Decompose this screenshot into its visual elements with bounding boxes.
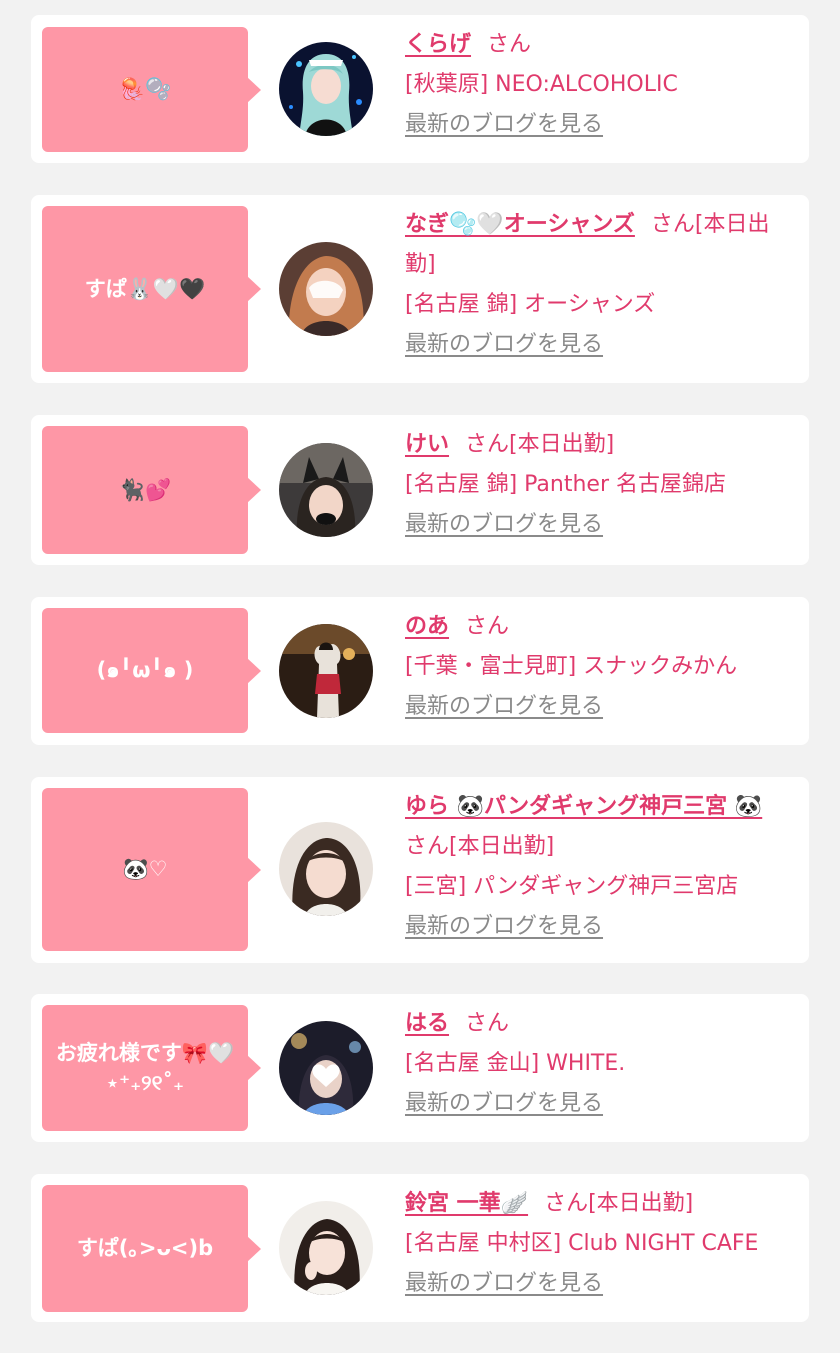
comment-bubble: 🪼🫧 bbox=[42, 27, 261, 152]
entry-info: なぎ🫧🤍オーシャンズ さん[本日出勤] [名古屋 錦] オーシャンズ 最新のブログ… bbox=[405, 205, 797, 365]
avatar[interactable] bbox=[279, 822, 373, 916]
honorific: さん bbox=[465, 1011, 510, 1036]
list-item: すぱ(｡>ᴗ<)b 鈴宮 一華🪽 さん[本日出勤] [名古屋 中村区] Club … bbox=[31, 1174, 809, 1322]
cast-name-link[interactable]: 鈴宮 一華🪽 bbox=[405, 1191, 528, 1216]
blog-link[interactable]: 最新のブログを見る bbox=[405, 112, 603, 137]
honorific: さん bbox=[487, 32, 532, 57]
honorific: さん bbox=[465, 432, 510, 457]
comment-bubble: すぱ🐰🤍🖤 bbox=[42, 206, 261, 372]
cast-name-link[interactable]: はる bbox=[405, 1011, 449, 1036]
shop-label: [秋葉原] NEO:ALCOHOLIC bbox=[405, 72, 678, 97]
honorific: さん bbox=[650, 212, 695, 237]
name-row: 鈴宮 一華🪽 さん[本日出勤] bbox=[405, 1184, 797, 1224]
blog-link[interactable]: 最新のブログを見る bbox=[405, 914, 603, 939]
honorific: さん bbox=[405, 834, 450, 859]
entry-info: くらげ さん [秋葉原] NEO:ALCOHOLIC 最新のブログを見る bbox=[405, 25, 797, 145]
cast-name-link[interactable]: なぎ🫧🤍オーシャンズ bbox=[405, 212, 635, 237]
list-item: お疲れ様です🎀🤍⋆⁺₊୨୧˚₊ はる さん [名古屋 金山] WHITE. 最新の… bbox=[31, 994, 809, 1142]
blog-link[interactable]: 最新のブログを見る bbox=[405, 512, 603, 537]
comment-bubble: お疲れ様です🎀🤍⋆⁺₊୨୧˚₊ bbox=[42, 1005, 261, 1131]
entry-info: のあ さん [千葉・富士見町] スナックみかん 最新のブログを見る bbox=[405, 607, 797, 727]
entry-info: ゆら 🐼パンダギャング神戸三宮 🐼 さん[本日出勤] [三宮] パンダギャング神戸… bbox=[405, 787, 797, 947]
avatar[interactable] bbox=[279, 242, 373, 336]
list-item: すぱ🐰🤍🖤 なぎ🫧🤍オーシャンズ さん[本日出勤] [名古屋 錦] オーシャンズ … bbox=[31, 195, 809, 383]
comment-bubble: すぱ(｡>ᴗ<)b bbox=[42, 1185, 261, 1312]
avatar[interactable] bbox=[279, 1201, 373, 1295]
avatar[interactable] bbox=[279, 42, 373, 136]
shop-label: [名古屋 錦] Panther 名古屋錦店 bbox=[405, 472, 726, 497]
honorific: さん bbox=[544, 1191, 589, 1216]
name-row: けい さん[本日出勤] bbox=[405, 425, 797, 465]
name-row: ゆら 🐼パンダギャング神戸三宮 🐼 さん[本日出勤] bbox=[405, 787, 797, 867]
entry-info: けい さん[本日出勤] [名古屋 錦] Panther 名古屋錦店 最新のブログを… bbox=[405, 425, 797, 545]
shop-label: [名古屋 錦] オーシャンズ bbox=[405, 292, 656, 317]
comment-bubble: 🐼♡ bbox=[42, 788, 261, 951]
name-row: くらげ さん bbox=[405, 25, 797, 65]
cast-list: 🪼🫧 くらげ さん [秋葉原] NEO:ALCOHOLIC 最新のブログを見る す… bbox=[0, 0, 840, 1353]
entry-info: はる さん [名古屋 金山] WHITE. 最新のブログを見る bbox=[405, 1004, 797, 1124]
list-item: 🐈‍⬛💕 けい さん[本日出勤] [名古屋 錦] Panther 名古屋錦店 最新… bbox=[31, 415, 809, 565]
avatar[interactable] bbox=[279, 443, 373, 537]
cast-name-link[interactable]: ゆら 🐼パンダギャング神戸三宮 🐼 bbox=[405, 794, 762, 819]
honorific: さん bbox=[465, 614, 510, 639]
blog-link[interactable]: 最新のブログを見る bbox=[405, 332, 603, 357]
shop-label: [千葉・富士見町] スナックみかん bbox=[405, 654, 738, 679]
name-row: はる さん bbox=[405, 1004, 797, 1044]
blog-link[interactable]: 最新のブログを見る bbox=[405, 1271, 603, 1296]
cast-name-link[interactable]: けい bbox=[405, 432, 449, 457]
list-item: 🐼♡ ゆら 🐼パンダギャング神戸三宮 🐼 さん[本日出勤] [三宮] パンダギャン… bbox=[31, 777, 809, 963]
blog-link[interactable]: 最新のブログを見る bbox=[405, 1091, 603, 1116]
avatar[interactable] bbox=[279, 1021, 373, 1115]
shop-label: [三宮] パンダギャング神戸三宮店 bbox=[405, 874, 739, 899]
name-row: なぎ🫧🤍オーシャンズ さん[本日出勤] bbox=[405, 205, 797, 285]
cast-name-link[interactable]: のあ bbox=[405, 614, 449, 639]
comment-bubble: 🐈‍⬛💕 bbox=[42, 426, 261, 554]
cast-name-link[interactable]: くらげ bbox=[405, 32, 471, 57]
shop-label: [名古屋 金山] WHITE. bbox=[405, 1051, 626, 1076]
shop-label: [名古屋 中村区] Club NIGHT CAFE bbox=[405, 1231, 759, 1256]
name-row: のあ さん bbox=[405, 607, 797, 647]
avatar[interactable] bbox=[279, 624, 373, 718]
comment-bubble: (๑╹ω╹๑ ) bbox=[42, 608, 261, 733]
list-item: (๑╹ω╹๑ ) のあ さん [千葉・富士見町] スナックみかん 最新のブログを見… bbox=[31, 597, 809, 745]
status-label: [本日出勤] bbox=[509, 432, 615, 457]
status-label: [本日出勤] bbox=[588, 1191, 694, 1216]
entry-info: 鈴宮 一華🪽 さん[本日出勤] [名古屋 中村区] Club NIGHT CAFE… bbox=[405, 1184, 797, 1304]
blog-link[interactable]: 最新のブログを見る bbox=[405, 694, 603, 719]
status-label: [本日出勤] bbox=[449, 834, 555, 859]
list-item: 🪼🫧 くらげ さん [秋葉原] NEO:ALCOHOLIC 最新のブログを見る bbox=[31, 15, 809, 163]
